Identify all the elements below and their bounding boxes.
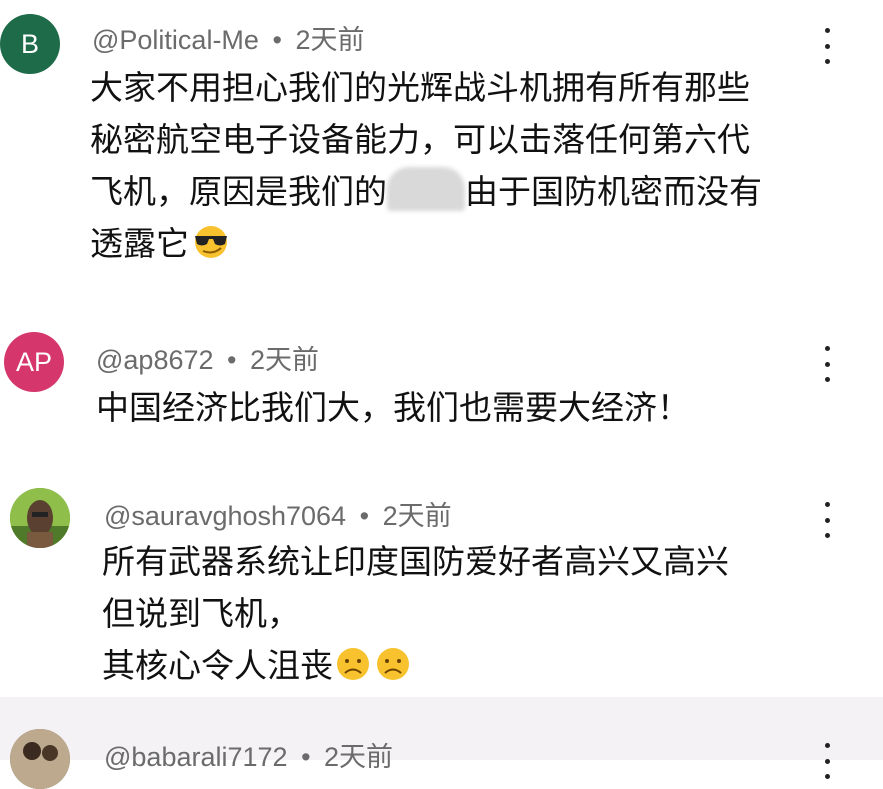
comment-line: 所有武器系统让印度国防爱好者高兴又高兴 — [102, 542, 729, 581]
avatar-image — [10, 729, 70, 789]
comment-meta: @sauravghosh7064 • 2天前 — [104, 494, 452, 533]
comment-time: 2天前 — [250, 345, 320, 375]
comment-body: 所有武器系统让印度国防爱好者高兴又高兴 但说到飞机， 其核心令人沮丧 — [102, 536, 729, 692]
redaction-blur — [387, 167, 465, 211]
frowning-face-icon — [337, 648, 369, 680]
comment-author[interactable]: @sauravghosh7064 — [104, 501, 346, 531]
comment-line: 中国经济比我们大，我们也需要大经济！ — [96, 388, 690, 427]
comment-time: 2天前 — [324, 742, 394, 772]
comment-line: 其核心令人沮丧 — [102, 640, 729, 692]
comment-meta: @Political-Me • 2天前 — [92, 18, 364, 57]
avatar[interactable] — [10, 488, 70, 548]
avatar-image — [10, 488, 70, 548]
comment-meta: @ap8672 • 2天前 — [96, 338, 319, 377]
separator-dot: • — [227, 345, 237, 375]
more-options-icon[interactable] — [822, 28, 832, 64]
separator-dot: • — [301, 742, 311, 772]
avatar[interactable]: B — [0, 14, 60, 74]
comment-time: 2天前 — [295, 25, 365, 55]
comment: @babarali7172 • 2天前 — [0, 697, 883, 789]
comment-line: 透露它 — [90, 218, 762, 270]
comment-line: 大家不用担心我们的光辉战斗机拥有所有那些 — [90, 68, 750, 107]
comment-body: 大家不用担心我们的光辉战斗机拥有所有那些 秘密航空电子设备能力，可以击落任何第六… — [90, 62, 762, 270]
separator-dot: • — [359, 501, 370, 531]
comment-author[interactable]: @babarali7172 — [104, 742, 288, 772]
comment-line: 秘密航空电子设备能力，可以击落任何第六代 — [90, 120, 750, 159]
more-options-icon[interactable] — [822, 502, 832, 538]
avatar[interactable] — [10, 729, 70, 789]
comment-meta: @babarali7172 • 2天前 — [104, 735, 393, 774]
comment-author[interactable]: @ap8672 — [96, 345, 214, 375]
smiling-face-with-sunglasses-icon — [195, 226, 227, 258]
comment-author[interactable]: @Political-Me — [92, 25, 259, 55]
comment-time: 2天前 — [382, 501, 452, 531]
comment-line: 但说到飞机， — [102, 594, 300, 633]
comment-line: 飞机，原因是我们的 由于国防机密而没有 — [90, 166, 762, 218]
avatar[interactable]: AP — [4, 332, 64, 392]
more-options-icon[interactable] — [822, 743, 832, 779]
frowning-face-icon — [377, 648, 409, 680]
more-options-icon[interactable] — [822, 346, 832, 382]
separator-dot: • — [272, 25, 282, 55]
comment-body: 中国经济比我们大，我们也需要大经济！ — [96, 382, 690, 434]
